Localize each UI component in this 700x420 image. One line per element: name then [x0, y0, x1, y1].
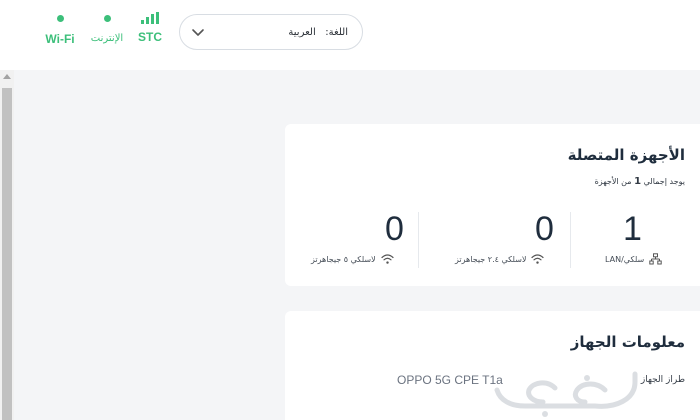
devices-total: 1 — [634, 176, 642, 187]
top-bar: Wi-Fi الإنترنت STC اللغة: العربية — [0, 0, 700, 70]
stat-lan-value: 1 — [623, 210, 642, 248]
scrollbar-thumb[interactable] — [2, 88, 12, 420]
internet-status-label: الإنترنت — [90, 33, 124, 44]
signal-bars-icon — [136, 12, 164, 24]
stat-lan: 1 سلكي/LAN — [585, 210, 700, 270]
language-label: اللغة: — [325, 26, 348, 38]
connected-devices-card: الأجهزة المتصلة يوجد إجمالي 1 من الأجهزة… — [285, 124, 700, 286]
stat-lan-label: سلكي/LAN — [605, 254, 645, 264]
wifi-status-dot — [56, 15, 64, 22]
wifi-status: Wi-Fi — [44, 12, 76, 46]
stat-wifi-24-value: 0 — [535, 210, 554, 248]
stat-wifi-24: 0 لاسلكي ٢.٤ جيجاهرتز — [445, 210, 565, 270]
language-value: العربية — [288, 26, 316, 38]
internet-status: الإنترنت — [88, 12, 126, 44]
watermark-logo — [494, 371, 638, 417]
stat-wifi-24-caption: لاسلكي ٢.٤ جيجاهرتز — [455, 253, 545, 265]
wifi-icon — [531, 254, 545, 264]
carrier-status: STC — [136, 12, 164, 44]
device-model-label: طراز الجهاز — [640, 375, 685, 385]
wifi-status-label: Wi-Fi — [45, 32, 75, 46]
stat-divider — [418, 212, 419, 268]
stat-wifi-5-label: لاسلكي ٥ جيجاهرتز — [311, 254, 376, 264]
scroll-up-arrow-icon[interactable] — [3, 74, 11, 79]
carrier-label: STC — [138, 30, 162, 44]
stat-wifi-24-label: لاسلكي ٢.٤ جيجاهرتز — [455, 254, 527, 264]
stat-wifi-5: 0 لاسلكي ٥ جيجاهرتز — [305, 210, 415, 270]
stat-wifi-5-value: 0 — [385, 210, 404, 248]
connected-devices-title: الأجهزة المتصلة — [567, 146, 685, 164]
stat-divider — [570, 212, 571, 268]
wifi-icon — [381, 254, 394, 264]
stat-lan-caption: سلكي/LAN — [605, 253, 662, 265]
internet-status-dot — [103, 15, 111, 22]
stat-wifi-5-caption: لاسلكي ٥ جيجاهرتز — [311, 253, 394, 265]
language-select-text: اللغة: العربية — [288, 27, 348, 38]
chevron-down-icon — [192, 29, 204, 36]
subtitle-prefix: يوجد إجمالي — [643, 177, 685, 186]
language-select[interactable]: اللغة: العربية — [179, 14, 363, 50]
connected-devices-subtitle: يوجد إجمالي 1 من الأجهزة — [595, 176, 685, 187]
device-info-title: معلومات الجهاز — [570, 333, 685, 351]
subtitle-suffix: من الأجهزة — [594, 177, 632, 186]
lan-icon — [649, 253, 662, 265]
